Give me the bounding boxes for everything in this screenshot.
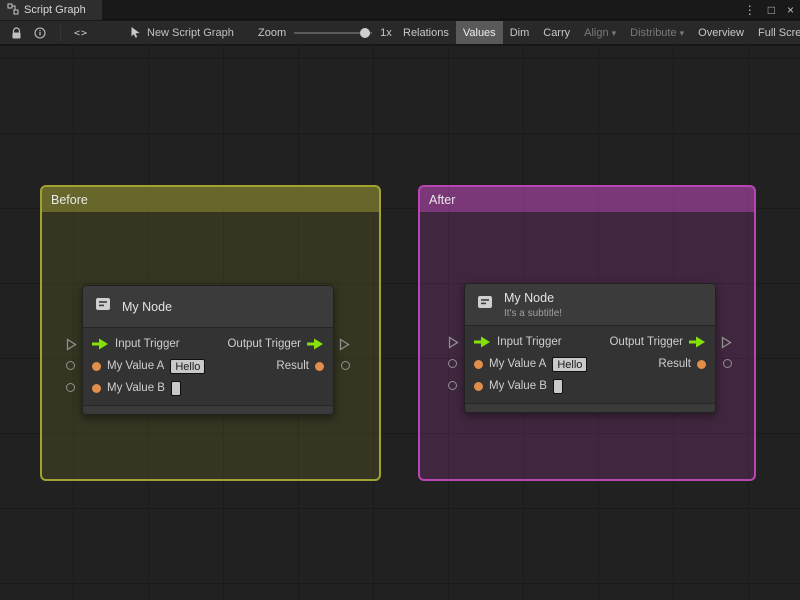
result-connector[interactable] <box>341 361 350 370</box>
input-trigger-label: Input Trigger <box>115 338 180 350</box>
zoom-slider[interactable] <box>294 21 373 44</box>
result-label: Result <box>658 358 691 370</box>
fullscreen-button[interactable]: Full Screen <box>751 21 800 44</box>
value-a-port[interactable] <box>92 361 101 371</box>
overview-button[interactable]: Overview <box>691 21 751 44</box>
info-icon[interactable] <box>28 21 52 44</box>
zoom-slider-handle[interactable] <box>360 28 371 38</box>
group-before-title: Before <box>51 192 88 207</box>
value-b-port[interactable] <box>474 381 483 391</box>
flow-input-port[interactable] <box>474 336 491 348</box>
value-b-connector[interactable] <box>448 381 457 390</box>
output-trigger-label: Output Trigger <box>609 336 683 348</box>
tab-bar: Script Graph ⋮ □ × <box>0 0 800 20</box>
flow-output-port[interactable] <box>689 336 706 348</box>
node-icon <box>475 292 495 317</box>
node-wrap-after: My Node It's a subtitle! Input Trigger O… <box>446 283 734 415</box>
zoom-label: Zoom <box>258 27 287 39</box>
node-title: My Node <box>504 290 555 305</box>
node-after-ports: Input Trigger Output Trigger My Value A … <box>465 326 715 403</box>
node-subtitle: It's a subtitle! <box>504 307 563 319</box>
tab-script-graph[interactable]: Script Graph <box>0 0 102 20</box>
output-trigger-connector[interactable] <box>339 338 350 356</box>
graph-name-group[interactable]: New Script Graph <box>130 21 234 44</box>
value-b-label: My Value B <box>107 382 165 394</box>
script-graph-icon <box>7 3 19 18</box>
result-port[interactable] <box>315 361 324 371</box>
graph-pointer-icon <box>130 26 141 41</box>
script-graph-window: Script Graph ⋮ □ × <> New Script Graph Z… <box>0 0 800 600</box>
graph-toolbar: <> New Script Graph Zoom 1x Relations Va… <box>0 21 800 45</box>
port-row: Input Trigger Output Trigger <box>83 333 333 355</box>
node-before-ports: Input Trigger Output Trigger My Value A … <box>83 328 333 405</box>
align-label: Align <box>584 27 609 39</box>
port-row: My Value A Hello Result <box>465 353 715 375</box>
toolbar-left-cluster: <> <box>4 21 93 44</box>
carry-button[interactable]: Carry <box>536 21 577 44</box>
value-b-connector[interactable] <box>66 383 75 392</box>
toolbar-separator <box>60 25 61 41</box>
input-trigger-connector[interactable] <box>448 336 459 354</box>
close-icon[interactable]: × <box>787 3 794 17</box>
relations-button[interactable]: Relations <box>396 21 456 44</box>
node-before[interactable]: My Node Input Trigger Output Trigger My … <box>82 285 334 415</box>
node-after[interactable]: My Node It's a subtitle! Input Trigger O… <box>464 283 716 413</box>
node-footer <box>83 405 333 414</box>
output-trigger-label: Output Trigger <box>227 338 301 350</box>
port-row: My Value A Hello Result <box>83 355 333 377</box>
tab-title: Script Graph <box>24 4 86 16</box>
node-wrap-before: My Node Input Trigger Output Trigger My … <box>64 285 352 417</box>
graph-canvas[interactable]: Before After My Node Input Trigger Outpu… <box>0 46 800 600</box>
value-a-field[interactable]: Hello <box>552 356 588 372</box>
menu-icon[interactable]: ⋮ <box>744 3 756 17</box>
graph-name-label: New Script Graph <box>147 27 234 39</box>
values-button[interactable]: Values <box>455 21 503 44</box>
input-trigger-label: Input Trigger <box>497 336 562 348</box>
align-dropdown[interactable]: Align ▾ <box>577 21 623 44</box>
value-a-label: My Value A <box>489 358 547 370</box>
code-view-icon[interactable]: <> <box>69 21 93 44</box>
value-a-field[interactable]: Hello <box>170 358 206 374</box>
node-title: My Node <box>122 299 173 314</box>
node-before-header[interactable]: My Node <box>83 286 333 328</box>
port-row: Input Trigger Output Trigger <box>465 331 715 353</box>
flow-input-port[interactable] <box>92 338 109 350</box>
dim-button[interactable]: Dim <box>503 21 537 44</box>
result-connector[interactable] <box>723 359 732 368</box>
port-row: My Value B <box>83 377 333 399</box>
node-icon <box>93 294 113 319</box>
node-after-header[interactable]: My Node It's a subtitle! <box>465 284 715 326</box>
zoom-control: Zoom 1x <box>258 21 392 44</box>
output-trigger-connector[interactable] <box>721 336 732 354</box>
chevron-down-icon: ▾ <box>679 28 685 38</box>
value-a-connector[interactable] <box>66 361 75 370</box>
value-a-connector[interactable] <box>448 359 457 368</box>
group-after-header[interactable]: After <box>420 187 754 212</box>
maximize-icon[interactable]: □ <box>768 3 775 17</box>
value-b-field[interactable] <box>552 378 563 394</box>
node-footer <box>465 403 715 412</box>
distribute-label: Distribute <box>630 27 677 39</box>
lock-icon[interactable] <box>4 21 28 44</box>
group-before-header[interactable]: Before <box>42 187 379 212</box>
value-b-field[interactable] <box>170 380 181 396</box>
value-b-label: My Value B <box>489 380 547 392</box>
code-glyph: <> <box>73 27 89 39</box>
value-a-port[interactable] <box>474 359 483 369</box>
value-b-port[interactable] <box>92 383 101 393</box>
zoom-value: 1x <box>380 27 392 39</box>
value-a-label: My Value A <box>107 360 165 372</box>
flow-output-port[interactable] <box>307 338 324 350</box>
window-controls: ⋮ □ × <box>744 0 794 20</box>
input-trigger-connector[interactable] <box>66 338 77 356</box>
port-row: My Value B <box>465 375 715 397</box>
group-after-title: After <box>429 192 456 207</box>
distribute-dropdown[interactable]: Distribute ▾ <box>623 21 691 44</box>
result-port[interactable] <box>697 359 706 369</box>
toolbar-buttons: Relations Values Dim Carry Align ▾ Distri… <box>396 21 800 44</box>
result-label: Result <box>276 360 309 372</box>
chevron-down-icon: ▾ <box>611 28 617 38</box>
